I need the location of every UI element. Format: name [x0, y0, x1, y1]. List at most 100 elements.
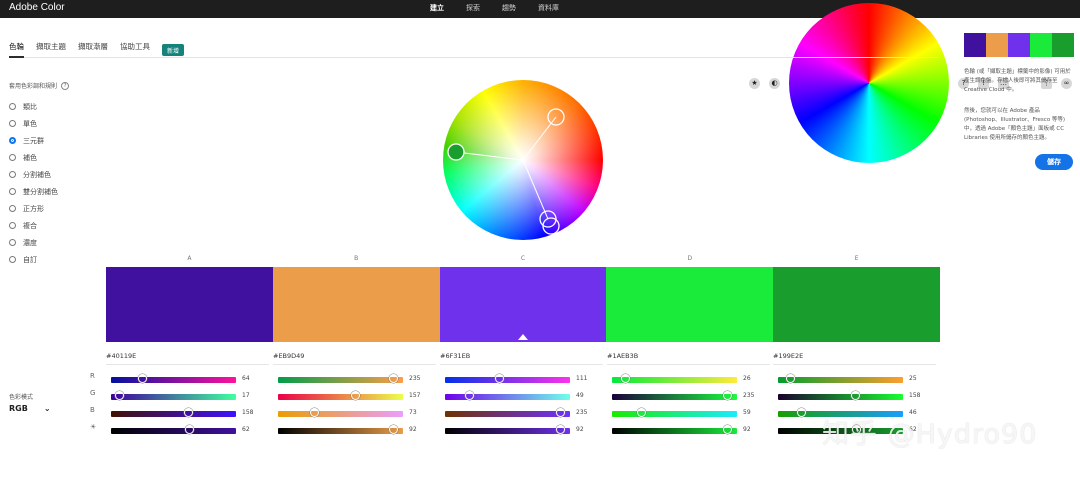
- info-text-2: 然後，您就可以在 Adobe 產品 (Photoshop、Illustrator…: [964, 108, 1066, 141]
- swatch-a[interactable]: [106, 267, 273, 342]
- radio-icon[interactable]: [9, 205, 16, 212]
- radio-icon[interactable]: [9, 171, 16, 178]
- rule-label: 三元群: [23, 136, 44, 145]
- slider-value[interactable]: 26: [743, 375, 751, 382]
- swatch-letter: E: [854, 255, 859, 262]
- hex-value[interactable]: #1AEB3B: [607, 352, 770, 365]
- radio-icon[interactable]: [9, 103, 16, 110]
- preview-swatch: [986, 33, 1008, 57]
- rule-triad[interactable]: 三元群: [9, 132, 58, 149]
- app-title[interactable]: Adobe Color: [9, 2, 65, 13]
- tab-color-wheel[interactable]: 色輪: [9, 38, 24, 58]
- slider-value[interactable]: 17: [242, 392, 250, 399]
- rule-label: 單色: [23, 119, 37, 128]
- hex-value[interactable]: #EB9D49: [273, 352, 436, 365]
- slider-value[interactable]: 59: [743, 409, 751, 416]
- slider-value[interactable]: 92: [409, 426, 417, 433]
- tab-extract-gradient[interactable]: 擷取漸層: [78, 38, 108, 58]
- slider-g: 235: [607, 382, 770, 400]
- swatch-c[interactable]: [439, 267, 607, 342]
- slider-g: 157: [273, 382, 436, 400]
- new-badge: 新增: [162, 44, 185, 56]
- contrast-icon[interactable]: ◐: [769, 77, 780, 89]
- color-mode-label: 色彩模式: [9, 394, 34, 401]
- hex-value[interactable]: #40119E: [106, 352, 269, 365]
- slider-value[interactable]: 64: [242, 375, 250, 382]
- slider-value[interactable]: 111: [576, 375, 587, 382]
- slider-value[interactable]: 158: [242, 409, 253, 416]
- rule-shades[interactable]: 濃度: [9, 234, 58, 251]
- slider-r: 64: [106, 365, 269, 383]
- slider-value[interactable]: 235: [576, 409, 587, 416]
- hex-value[interactable]: #199E2E: [773, 352, 936, 365]
- tab-extract-theme[interactable]: 擷取主題: [36, 38, 66, 58]
- preview-swatch: [964, 33, 986, 57]
- slider-value[interactable]: 25: [909, 375, 917, 382]
- nav-library[interactable]: 資料庫: [538, 3, 559, 13]
- slider-value[interactable]: 92: [576, 426, 584, 433]
- radio-icon[interactable]: [9, 239, 16, 246]
- swatch-letter: A: [187, 255, 192, 262]
- swatch-e[interactable]: [773, 267, 940, 342]
- top-bar: Adobe Color 建立 探索 趨勢 資料庫 ★ ◐ ? ! … 登入 ⋮ …: [0, 0, 1080, 163]
- rule-analogous[interactable]: 類比: [9, 98, 58, 115]
- slider-value[interactable]: 73: [409, 409, 417, 416]
- hex-value[interactable]: #6F31EB: [440, 352, 603, 365]
- help-icon[interactable]: ?: [61, 81, 70, 90]
- slider-value[interactable]: 157: [409, 392, 420, 399]
- harmony-rules: 類比 單色 三元群 補色 分割補色 雙分割補色 正方形 複合 濃度 自訂: [9, 98, 58, 268]
- slider-track[interactable]: [111, 428, 236, 434]
- slider-track[interactable]: [278, 428, 403, 434]
- color-wheel[interactable]: [443, 80, 603, 240]
- radio-selected-icon[interactable]: [9, 137, 16, 144]
- slider-handle[interactable]: [556, 425, 565, 434]
- slider-track[interactable]: [445, 428, 570, 434]
- slider-handle[interactable]: [184, 425, 194, 434]
- rule-square[interactable]: 正方形: [9, 200, 58, 217]
- slider-value[interactable]: 235: [743, 392, 754, 399]
- slider-brightness: 92: [273, 416, 436, 434]
- rule-monochromatic[interactable]: 單色: [9, 115, 58, 132]
- slider-r: 235: [273, 365, 436, 383]
- swatch-b[interactable]: [272, 267, 440, 342]
- slider-handle[interactable]: [389, 425, 398, 434]
- swatch-column: #1AEB3B 26 235 59 92: [607, 352, 770, 434]
- rule-custom[interactable]: 自訂: [9, 251, 58, 268]
- wheel-handles[interactable]: [443, 80, 603, 240]
- star-icon[interactable]: ★: [749, 77, 760, 89]
- save-button[interactable]: 儲存: [1035, 154, 1073, 170]
- nav-explore[interactable]: 探索: [466, 3, 480, 13]
- theme-preview[interactable]: [964, 33, 1074, 57]
- slider-g: 158: [773, 382, 936, 400]
- radio-icon[interactable]: [9, 188, 16, 195]
- rule-compound[interactable]: 複合: [9, 217, 58, 234]
- rule-complementary[interactable]: 補色: [9, 149, 58, 166]
- slider-value[interactable]: 62: [242, 426, 250, 433]
- color-mode-select[interactable]: RGB ⌄: [9, 404, 51, 413]
- radio-icon[interactable]: [9, 120, 16, 127]
- harmony-line: [455, 151, 524, 161]
- radio-icon[interactable]: [9, 222, 16, 229]
- rule-double-split-complementary[interactable]: 雙分割補色: [9, 183, 58, 200]
- slider-value[interactable]: 158: [909, 392, 920, 399]
- nav-create[interactable]: 建立: [430, 3, 444, 13]
- rule-label: 分割補色: [23, 170, 51, 179]
- color-wheel-icon[interactable]: [789, 3, 949, 163]
- slider-value[interactable]: 235: [409, 375, 420, 382]
- harmony-title: 套用色彩調和規則 ?: [9, 81, 70, 90]
- slider-r: 26: [607, 365, 770, 383]
- rule-split-complementary[interactable]: 分割補色: [9, 166, 58, 183]
- channel-label-b: B: [90, 406, 95, 414]
- rule-label: 雙分割補色: [23, 187, 58, 196]
- slider-track[interactable]: [612, 428, 737, 434]
- slider-r: 111: [440, 365, 603, 383]
- swatch-d[interactable]: [606, 267, 774, 342]
- slider-b: 235: [440, 399, 603, 417]
- nav-trends[interactable]: 趨勢: [502, 3, 516, 13]
- slider-value[interactable]: 92: [743, 426, 751, 433]
- slider-handle[interactable]: [723, 425, 732, 434]
- slider-value[interactable]: 49: [576, 392, 584, 399]
- radio-icon[interactable]: [9, 256, 16, 263]
- radio-icon[interactable]: [9, 154, 16, 161]
- tab-accessibility[interactable]: 協助工具: [120, 38, 150, 58]
